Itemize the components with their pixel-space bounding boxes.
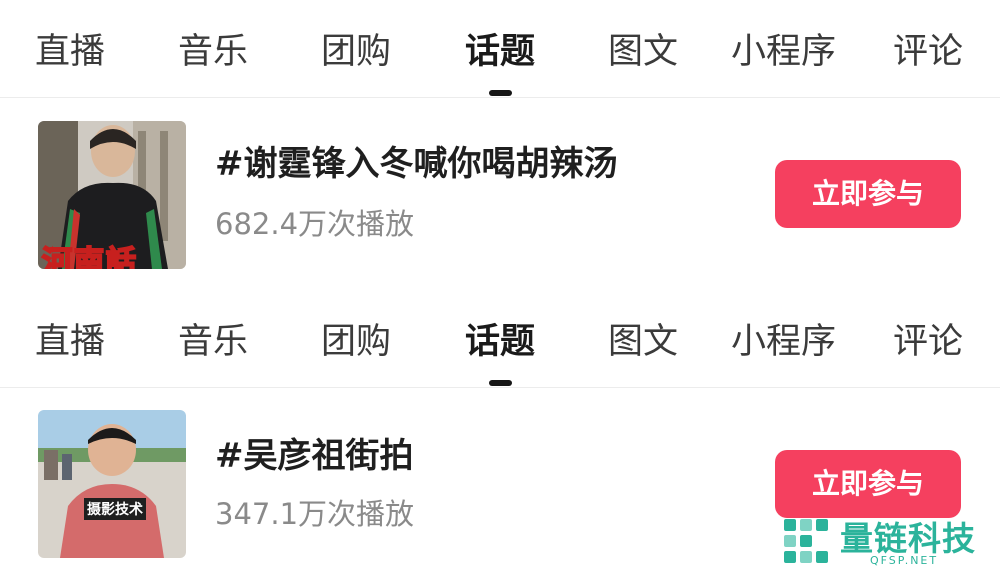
tab-image-text[interactable]: 图文 bbox=[608, 28, 678, 76]
tab-mini-program[interactable]: 小程序 bbox=[731, 28, 836, 76]
topic-thumbnail[interactable]: 摄影技术 bbox=[38, 410, 186, 558]
topic-play-count: 682.4万次播放 bbox=[215, 207, 415, 241]
topic-section-1: 直播 音乐 团购 话题 图文 小程序 评论 河南話 #谢霆锋入冬喊你喝胡辣汤 6… bbox=[0, 0, 1000, 290]
active-tab-indicator bbox=[489, 380, 512, 386]
tab-music[interactable]: 音乐 bbox=[178, 318, 248, 366]
tab-group-buy[interactable]: 团购 bbox=[321, 28, 391, 76]
tab-mini-program[interactable]: 小程序 bbox=[731, 318, 836, 366]
tab-comments[interactable]: 评论 bbox=[893, 318, 963, 366]
topic-title[interactable]: #谢霆锋入冬喊你喝胡辣汤 bbox=[215, 142, 618, 186]
tab-topics[interactable]: 话题 bbox=[465, 28, 535, 76]
watermark: 量链科技 QFSP.NET bbox=[778, 510, 1000, 571]
topic-row[interactable]: 河南話 #谢霆锋入冬喊你喝胡辣汤 682.4万次播放 立即参与 bbox=[0, 98, 1000, 288]
tab-bar: 直播 音乐 团购 话题 图文 小程序 评论 bbox=[0, 0, 1000, 98]
tab-comments[interactable]: 评论 bbox=[893, 28, 963, 76]
tab-live[interactable]: 直播 bbox=[35, 28, 105, 76]
tab-music[interactable]: 音乐 bbox=[178, 28, 248, 76]
watermark-name: 量链科技 bbox=[840, 519, 976, 558]
thumbnail-image bbox=[38, 410, 186, 558]
topic-thumbnail[interactable]: 河南話 bbox=[38, 121, 186, 269]
topic-play-count: 347.1万次播放 bbox=[215, 497, 415, 531]
tab-live[interactable]: 直播 bbox=[35, 318, 105, 366]
tab-topics[interactable]: 话题 bbox=[465, 318, 535, 366]
watermark-domain: QFSP.NET bbox=[870, 554, 939, 567]
thumbnail-caption: 河南話 bbox=[41, 244, 138, 269]
tab-group-buy[interactable]: 团购 bbox=[321, 318, 391, 366]
topic-title[interactable]: #吴彦祖街拍 bbox=[215, 434, 414, 478]
tab-bar: 直播 音乐 团购 话题 图文 小程序 评论 bbox=[0, 290, 1000, 388]
tab-image-text[interactable]: 图文 bbox=[608, 318, 678, 366]
watermark-logo-icon bbox=[784, 519, 828, 563]
join-now-button[interactable]: 立即参与 bbox=[775, 160, 961, 228]
active-tab-indicator bbox=[489, 90, 512, 96]
thumbnail-caption: 摄影技术 bbox=[84, 498, 146, 520]
join-now-button[interactable]: 立即参与 bbox=[775, 450, 961, 518]
